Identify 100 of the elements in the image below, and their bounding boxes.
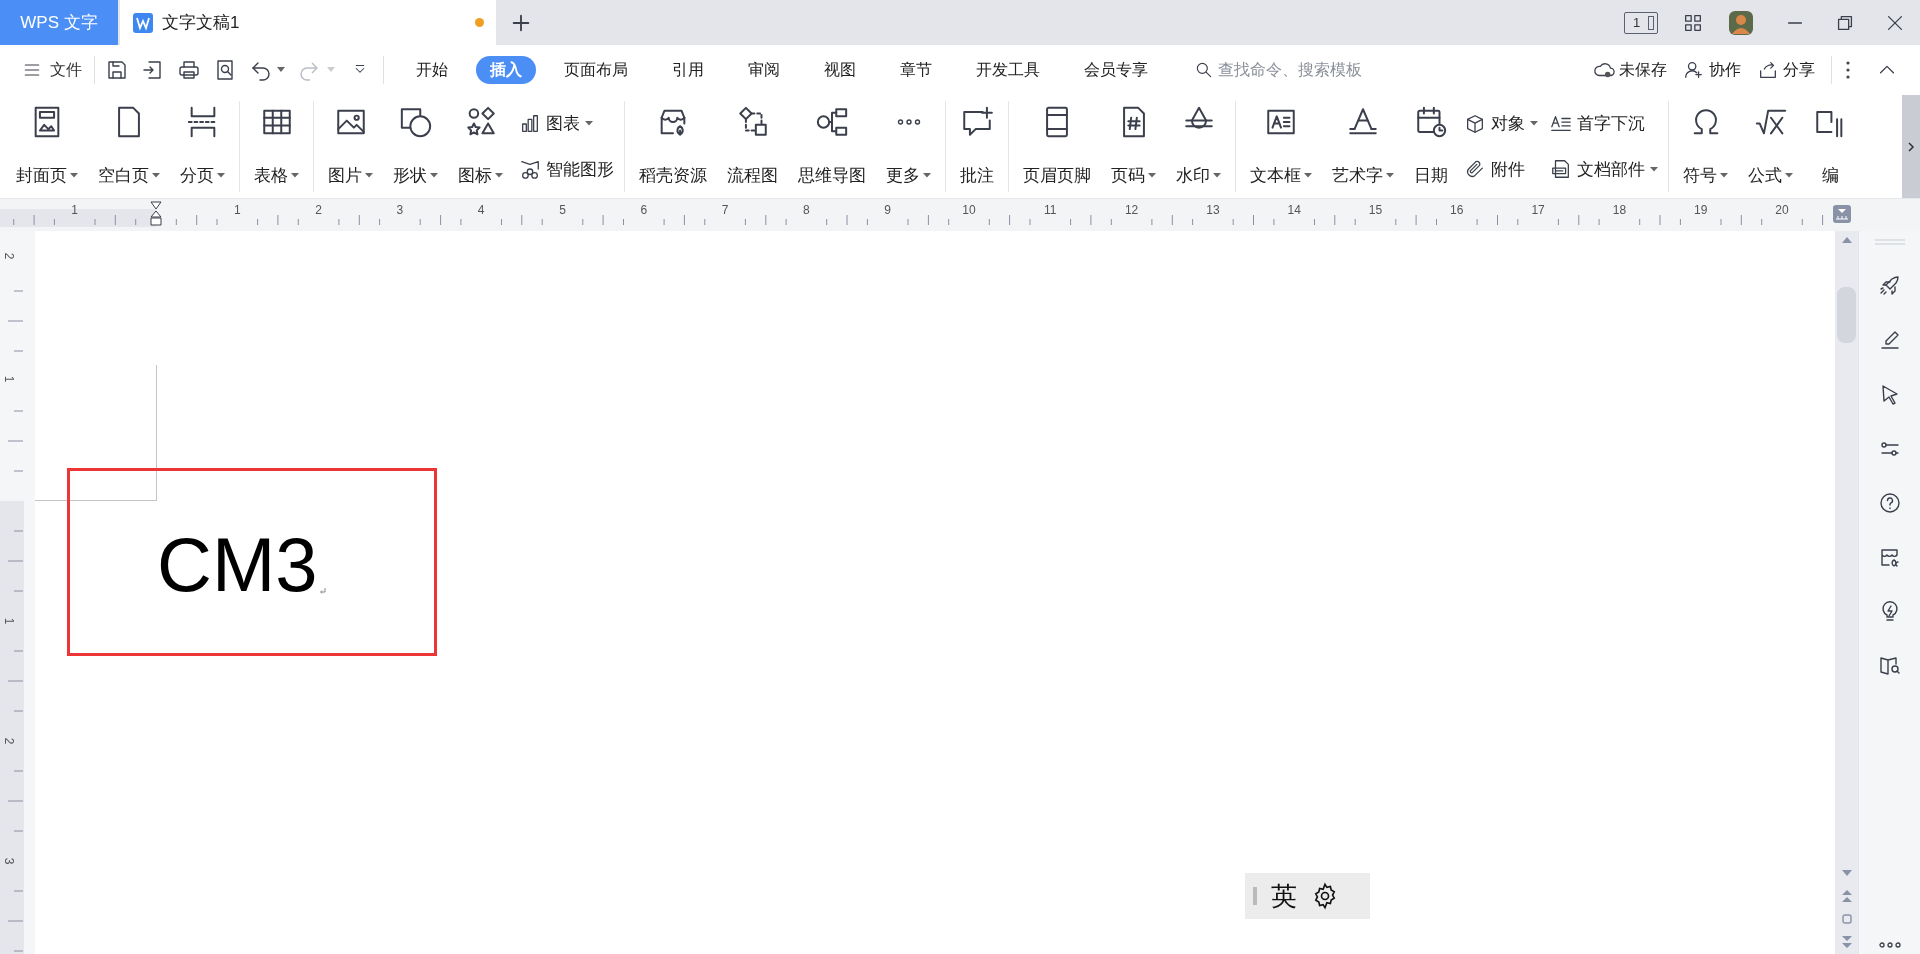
ribbon-button[interactable]: 更多 bbox=[878, 101, 939, 192]
avatar[interactable] bbox=[1728, 9, 1754, 36]
ruler-number: 2 bbox=[315, 204, 322, 216]
ribbon-button[interactable]: 表格 bbox=[246, 101, 307, 192]
mind-map-icon bbox=[815, 105, 849, 139]
help-icon[interactable] bbox=[1877, 491, 1902, 515]
input-mode-toggle[interactable]: 英 bbox=[1271, 883, 1297, 909]
page-count: 1 bbox=[1633, 16, 1641, 29]
ruler-number: 19 bbox=[1694, 204, 1708, 216]
ruler-number: 9 bbox=[884, 204, 892, 216]
shapes-icon bbox=[398, 105, 433, 139]
ruler-number: 2 bbox=[3, 252, 16, 260]
ruler-number: 14 bbox=[1287, 204, 1301, 216]
document-tab-title: 文字文稿1 bbox=[162, 11, 241, 34]
ruler-number: 2 bbox=[3, 737, 16, 745]
phone-icon bbox=[1648, 15, 1654, 30]
ribbon-button[interactable]: 编 bbox=[1805, 101, 1855, 192]
previous-page-icon[interactable] bbox=[1841, 890, 1852, 902]
ruler-number: 8 bbox=[803, 204, 810, 216]
ribbon-button[interactable]: 空白页 bbox=[90, 101, 168, 192]
save-icon[interactable] bbox=[105, 58, 129, 82]
ribbon-tab[interactable]: 页面布局 bbox=[550, 56, 642, 84]
paragraph-mark-icon bbox=[319, 587, 328, 595]
ribbon-button[interactable]: 批注 bbox=[952, 101, 1002, 192]
ribbon-button[interactable]: 图标 bbox=[450, 101, 511, 192]
ribbon-button[interactable]: 页眉页脚 bbox=[1015, 101, 1099, 192]
page-view-button[interactable]: 1 bbox=[1624, 11, 1658, 34]
ribbon-button[interactable]: 水印 bbox=[1168, 101, 1229, 192]
print-icon[interactable] bbox=[177, 58, 201, 82]
document-parts-icon bbox=[1550, 158, 1572, 181]
ribbon-tab[interactable]: 引用 bbox=[658, 56, 718, 84]
ribbon-button[interactable]: 首字下沉 bbox=[1550, 111, 1658, 137]
ruler-number: 17 bbox=[1531, 204, 1545, 216]
ribbon-tab[interactable]: 视图 bbox=[810, 56, 870, 84]
ribbon-tab[interactable]: 开始 bbox=[402, 56, 462, 84]
ribbon-button[interactable]: 附件 bbox=[1464, 156, 1538, 182]
toolbar-action[interactable]: 未保存 bbox=[1593, 58, 1667, 82]
ruler-number: 1 bbox=[3, 375, 16, 383]
toolbar-action[interactable]: 分享 bbox=[1757, 58, 1815, 82]
cube-icon bbox=[1464, 112, 1486, 135]
ribbon-button[interactable]: 符号 bbox=[1675, 101, 1736, 192]
ruler-number: 1 bbox=[71, 204, 79, 216]
ruler-number: 1 bbox=[3, 617, 16, 625]
next-page-icon[interactable] bbox=[1841, 936, 1852, 948]
more-options-icon[interactable] bbox=[1846, 61, 1850, 79]
ribbon-tab[interactable]: 会员专享 bbox=[1070, 56, 1162, 84]
ruler-number: 13 bbox=[1206, 204, 1220, 216]
browse-object-icon[interactable] bbox=[1841, 914, 1852, 924]
document-icon bbox=[132, 11, 154, 34]
ruler-toggle-icon[interactable] bbox=[1833, 205, 1851, 223]
ruler-number: 3 bbox=[396, 204, 404, 216]
ribbon-tab[interactable]: 审阅 bbox=[734, 56, 794, 84]
add-user-icon bbox=[1683, 59, 1705, 81]
caret-icon[interactable] bbox=[277, 67, 285, 73]
search-field[interactable]: 查找命令、搜索模板 bbox=[1194, 58, 1418, 82]
ribbon-button[interactable]: 文档部件 bbox=[1550, 156, 1658, 182]
ruler-number: 18 bbox=[1612, 204, 1627, 216]
ruler-number: 5 bbox=[559, 204, 566, 216]
ribbon-button[interactable]: 图片 bbox=[320, 101, 381, 192]
ruler-number: 4 bbox=[477, 204, 485, 216]
chevron-right-icon bbox=[1907, 140, 1915, 153]
ruler-number: 20 bbox=[1775, 204, 1789, 216]
search-icon bbox=[1194, 60, 1214, 80]
toolbar-action[interactable]: 协作 bbox=[1683, 58, 1741, 82]
grip-icon[interactable] bbox=[1253, 886, 1257, 906]
ribbon-button[interactable]: 智能图形 bbox=[519, 156, 614, 182]
ruler-number: 12 bbox=[1124, 204, 1139, 216]
indent-marker[interactable] bbox=[150, 201, 162, 227]
ribbon-button[interactable]: 公式 bbox=[1740, 101, 1801, 192]
ribbon-button[interactable]: 流程图 bbox=[719, 101, 786, 192]
ribbon-button[interactable]: 对象 bbox=[1464, 111, 1538, 137]
more-icon[interactable] bbox=[1878, 942, 1901, 948]
ribbon-button[interactable]: 思维导图 bbox=[790, 101, 874, 192]
smart-graphic-icon bbox=[519, 158, 541, 181]
file-menu-button[interactable]: 文件 bbox=[22, 58, 82, 82]
document-text: CM3 bbox=[157, 527, 318, 603]
ruler-number: 15 bbox=[1368, 204, 1383, 216]
ruler-number: 3 bbox=[3, 857, 16, 865]
ribbon-button[interactable]: 页码 bbox=[1103, 101, 1164, 192]
ribbon-button[interactable]: 图表 bbox=[519, 111, 614, 137]
ruler-number: 11 bbox=[1044, 204, 1057, 216]
more-icon bbox=[896, 119, 921, 125]
scroll-up-icon[interactable] bbox=[1841, 237, 1852, 243]
ribbon-button[interactable]: 分页 bbox=[172, 101, 233, 192]
share-icon bbox=[1757, 59, 1779, 81]
ruler-number: 6 bbox=[640, 204, 648, 216]
calendar-clock-icon bbox=[1414, 105, 1448, 139]
ribbon-button[interactable]: 日期 bbox=[1406, 101, 1456, 192]
ribbon-button[interactable]: 封面页 bbox=[8, 101, 86, 192]
ruler-number: 7 bbox=[721, 204, 729, 216]
ribbon-button[interactable]: 文本框 bbox=[1242, 101, 1320, 192]
ribbon-button[interactable]: 形状 bbox=[385, 101, 446, 192]
ribbon-button[interactable]: 艺术字 bbox=[1324, 101, 1402, 192]
ribbon-button[interactable]: 稻壳资源 bbox=[631, 101, 715, 192]
ribbon-tab[interactable]: 开发工具 bbox=[962, 56, 1054, 84]
ribbon-tab[interactable]: 章节 bbox=[886, 56, 946, 84]
comment-icon bbox=[960, 105, 994, 139]
scroll-down-icon[interactable] bbox=[1841, 870, 1852, 876]
document-tab[interactable]: 文字文稿1 bbox=[120, 0, 496, 45]
ruler-number: 16 bbox=[1450, 204, 1464, 216]
